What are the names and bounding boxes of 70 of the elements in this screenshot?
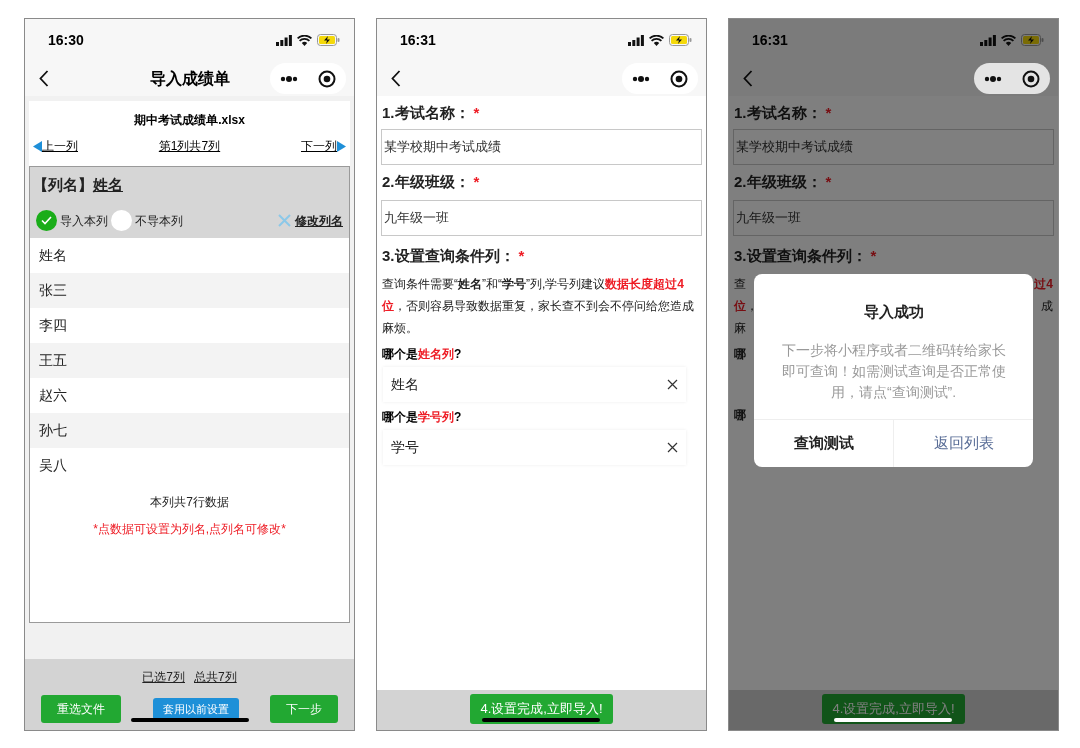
column-label: 【列名】	[33, 174, 93, 195]
capsule-menu[interactable]	[622, 63, 698, 94]
data-row[interactable]: 王五	[30, 343, 349, 378]
page-title: 导入成绩单	[149, 68, 230, 89]
clear-icon	[667, 442, 678, 453]
capsule-menu[interactable]	[270, 63, 346, 94]
dialog-button[interactable]: 返回列表	[893, 419, 1033, 467]
target-icon	[1022, 69, 1040, 88]
instruction-text: 查询条件需要“姓名”和“学号”列,学号列建议数据长度超过4位，否则容易导致数据重复，家长查不到会不停问给您造成麻烦。	[381, 276, 695, 337]
previous-column-link[interactable]: 上一列	[33, 137, 78, 155]
back-icon	[743, 70, 753, 87]
wifi-icon	[1001, 34, 1016, 46]
partly-covered-text: 哪	[734, 346, 746, 363]
question-label: 哪个是姓名列?	[381, 346, 463, 363]
signal-icon	[276, 34, 292, 46]
more-icon	[632, 75, 650, 82]
target-icon	[670, 69, 688, 88]
data-row[interactable]: 孙七	[30, 413, 349, 448]
wifi-icon	[649, 34, 664, 46]
select-field[interactable]: 学号	[383, 430, 686, 465]
back-icon	[39, 70, 49, 87]
signal-icon	[980, 34, 996, 46]
field-label: 2.年级班级： *	[381, 172, 481, 192]
clear-icon	[667, 379, 678, 390]
selected-count: 已选7列	[142, 669, 185, 686]
battery-icon	[1021, 34, 1044, 46]
hint-text: *点数据可设置为列名,点列名可修改*	[92, 521, 287, 538]
partly-covered-text: 麻	[734, 320, 746, 337]
text-field[interactable]: 九年级一班	[381, 200, 702, 236]
dialog-message: 下一步将小程序或者二维码转给家长即可查询！如需测试查询是否正常使用，请点“查询测试”.	[780, 340, 1007, 402]
tools-icon	[278, 214, 291, 227]
file-name: 期中考试成绩单.xlsx	[133, 112, 246, 129]
target-icon	[318, 69, 336, 88]
partly-covered-text: 位，	[734, 298, 758, 315]
select-field[interactable]: 姓名	[383, 367, 686, 402]
field-label: 2.年级班级： *	[733, 172, 833, 192]
question-label: 哪个是学号列?	[381, 409, 463, 426]
radio-option[interactable]: 不导本列	[111, 210, 183, 231]
right-triangle-icon	[337, 140, 346, 152]
row-count: 本列共7行数据	[149, 494, 230, 511]
more-icon	[280, 75, 298, 82]
battery-icon	[669, 34, 692, 46]
field-label: 1.考试名称： *	[733, 103, 833, 123]
field-label: 1.考试名称： *	[381, 103, 481, 123]
dialog-title: 导入成功	[863, 302, 924, 322]
data-row[interactable]: 张三	[30, 273, 349, 308]
status-time: 16:30	[48, 30, 84, 50]
wifi-icon	[297, 34, 312, 46]
left-triangle-icon	[33, 140, 42, 152]
partly-covered-text: 哪	[734, 407, 746, 424]
column-name[interactable]: 姓名	[93, 173, 123, 197]
total-count: 总共7列	[194, 669, 237, 686]
capsule-menu[interactable]	[974, 63, 1050, 94]
section-label: 3.设置查询条件列： *	[733, 246, 878, 266]
next-column-link[interactable]: 下一列	[301, 137, 346, 155]
dialog-button[interactable]: 查询测试	[754, 419, 893, 467]
text-field[interactable]: 某学校期中考试成绩	[733, 129, 1054, 165]
section-label: 3.设置查询条件列： *	[381, 246, 526, 266]
battery-icon	[317, 34, 340, 46]
more-icon	[984, 75, 1002, 82]
radio-option[interactable]: 导入本列	[36, 210, 108, 231]
partly-covered-text: 查	[734, 276, 746, 293]
text-field[interactable]: 某学校期中考试成绩	[381, 129, 702, 165]
status-time: 16:31	[752, 30, 788, 50]
back-icon	[391, 70, 401, 87]
signal-icon	[628, 34, 644, 46]
status-time: 16:31	[400, 30, 436, 50]
column-position: 第1列共7列	[158, 138, 221, 155]
partly-covered-text: 过4	[1034, 276, 1053, 293]
partly-covered-text: 成	[1041, 298, 1053, 315]
